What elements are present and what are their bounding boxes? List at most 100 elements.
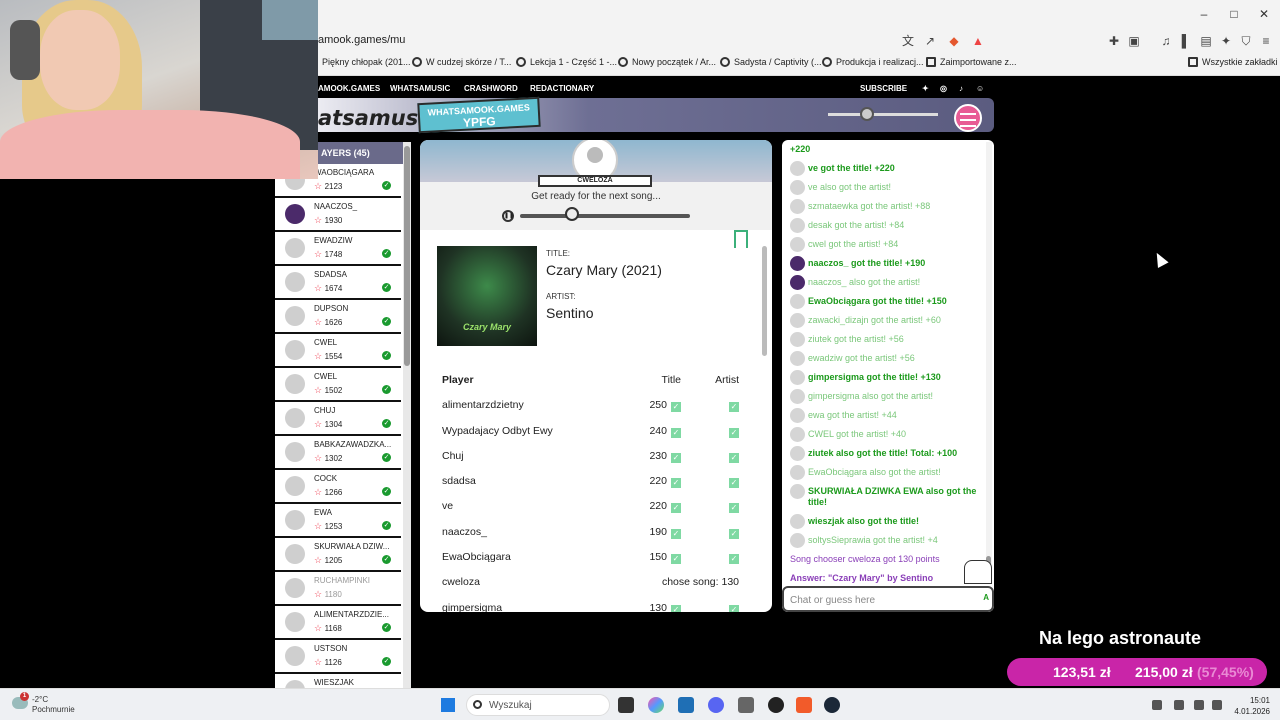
player-row[interactable]: RUCHAMPINKI 1180: [275, 572, 401, 606]
player-name: USTSON: [314, 644, 348, 653]
wallet-icon[interactable]: ▤: [1198, 33, 1214, 49]
media-icon[interactable]: ♫: [1158, 33, 1174, 49]
taskbar-search[interactable]: Wyszukaj: [466, 694, 610, 716]
instagram-icon[interactable]: ◎: [940, 84, 947, 93]
maximize-button[interactable]: □: [1226, 6, 1242, 22]
translate-icon[interactable]: 文: [900, 33, 916, 49]
emoji-button[interactable]: [964, 560, 992, 584]
sidebar-icon[interactable]: ▌: [1178, 33, 1194, 49]
player-row[interactable]: EWA 1253 ✓: [275, 504, 401, 538]
menu-icon[interactable]: ≡: [1258, 33, 1274, 49]
brave-rewards-icon[interactable]: ▲: [970, 33, 986, 49]
title-check-icon: ✓: [671, 478, 681, 489]
task-view-icon[interactable]: [618, 697, 634, 713]
player-row[interactable]: USTSON 1126 ✓: [275, 640, 401, 674]
player-row[interactable]: COCK 1266 ✓: [275, 470, 401, 504]
nav-link-crashword[interactable]: CRASHWORD: [464, 84, 518, 93]
volume-slider[interactable]: [828, 113, 938, 116]
player-row[interactable]: CWEL 1554 ✓: [275, 334, 401, 368]
nav-link-whatsamusic[interactable]: WHATSAMUSIC: [390, 84, 450, 93]
col-player: Player: [442, 374, 474, 386]
brave-browser-icon[interactable]: [796, 697, 812, 713]
result-title-score: 130 ✓: [649, 602, 681, 612]
player-row[interactable]: BABKAZAWADZKA... 1302 ✓: [275, 436, 401, 470]
minimize-button[interactable]: –: [1196, 6, 1212, 22]
share-icon[interactable]: ↗: [922, 33, 938, 49]
song-artist: Sentino: [546, 305, 594, 321]
obs-icon[interactable]: [768, 697, 784, 713]
microphone-icon[interactable]: [1174, 700, 1184, 710]
bookmark-item[interactable]: W cudzej skórze / T...: [412, 57, 511, 67]
result-row: naaczos_ 190 ✓ ✓: [437, 520, 747, 545]
volume-knob[interactable]: [860, 107, 874, 121]
display-icon[interactable]: [1194, 700, 1204, 710]
player-row[interactable]: SKURWIAŁA DZIW... 1205 ✓: [275, 538, 401, 572]
hamburger-menu-button[interactable]: [954, 104, 982, 132]
guessed-check-icon: ✓: [382, 351, 391, 360]
bookmark-item[interactable]: Sadysta / Captivity (...: [720, 57, 822, 67]
chat-message-text: Answer: "Czary Mary" by Sentino: [790, 573, 934, 583]
player-row[interactable]: NAACZOS_ 1930: [275, 198, 401, 232]
url-text[interactable]: amook.games/mu: [318, 34, 405, 46]
bookmark-icon[interactable]: [734, 230, 748, 248]
clock-time: 15:01: [1249, 696, 1270, 705]
bookmark-item[interactable]: Lekcja 1 - Część 1 -...: [516, 57, 617, 67]
copilot-icon[interactable]: [648, 697, 664, 713]
players-scrollbar[interactable]: [403, 142, 411, 688]
network-icon[interactable]: [1152, 700, 1162, 710]
chat-message-text: SKURWIAŁA DZIWKA EWA also got the title!: [808, 486, 977, 507]
chat-input-box[interactable]: A: [782, 586, 994, 612]
chat-avatar: [790, 161, 805, 176]
card-scrollbar[interactable]: [762, 232, 768, 604]
tab-manager-icon[interactable]: ▣: [1126, 33, 1142, 49]
nav-link-amook-games[interactable]: AMOOK.GAMES: [318, 84, 380, 93]
send-button[interactable]: A: [983, 593, 989, 602]
subscribe-link[interactable]: SUBSCRIBE: [860, 84, 907, 93]
chat-message-text: ewa got the artist! +44: [808, 410, 897, 420]
player-row[interactable]: DUPSON 1626 ✓: [275, 300, 401, 334]
app-icon[interactable]: [738, 697, 754, 713]
chat-message: SKURWIAŁA DZIWKA EWA also got the title!: [790, 482, 986, 512]
store-icon[interactable]: [678, 697, 694, 713]
chat-input[interactable]: [790, 592, 970, 608]
song-progress-bar: [520, 214, 690, 218]
player-row[interactable]: CWEL 1502 ✓: [275, 368, 401, 402]
player-score: 1626: [314, 317, 343, 328]
tiktok-icon[interactable]: ♪: [959, 84, 963, 93]
leo-ai-icon[interactable]: ✦: [1218, 33, 1234, 49]
pause-button[interactable]: ❚❚: [502, 210, 514, 222]
steam-icon[interactable]: [824, 697, 840, 713]
chat-avatar: [790, 370, 805, 385]
result-title-score: 240 ✓: [649, 425, 681, 438]
player-row[interactable]: SDADSA 1674 ✓: [275, 266, 401, 300]
twitter-icon[interactable]: ✦: [922, 84, 929, 93]
all-bookmarks-folder[interactable]: Wszystkie zakładki: [1188, 57, 1278, 67]
chat-message-text: desak got the artist! +84: [808, 220, 905, 230]
weather-widget[interactable]: 1 -2°C Pochmurnie: [12, 692, 75, 715]
goal-current: 123,51 zł: [1053, 664, 1111, 680]
bookmark-item[interactable]: Nowy początek / Ar...: [618, 57, 716, 67]
close-window-button[interactable]: ✕: [1256, 6, 1272, 22]
discord-app-icon[interactable]: [708, 697, 724, 713]
vpn-icon[interactable]: ⛉: [1238, 33, 1254, 49]
chat-scrollbar[interactable]: [986, 142, 992, 582]
brave-shield-icon[interactable]: ◆: [946, 33, 962, 49]
chat-message-text: naaczos_ got the title! +190: [808, 258, 926, 268]
player-name: EWADZIW: [314, 236, 353, 245]
extensions-icon[interactable]: ✚: [1106, 33, 1122, 49]
bookmark-folder[interactable]: Zaimportowane z...: [926, 57, 1017, 67]
bookmark-item[interactable]: Piękny chłopak (201...: [322, 57, 411, 67]
player-row[interactable]: EWADZIW 1748 ✓: [275, 232, 401, 266]
bookmark-item[interactable]: Produkcja i realizacj...: [822, 57, 924, 67]
player-score: 1302: [314, 453, 343, 464]
weather-desc: Pochmurnie: [32, 705, 75, 714]
chat-message: Song chooser cweloza got 130 points: [790, 550, 986, 569]
windows-start-icon[interactable]: [440, 697, 456, 713]
webcam-feed: [0, 0, 318, 179]
volume-icon[interactable]: [1212, 700, 1222, 710]
clock[interactable]: 15:01 4.01.2026: [1230, 695, 1270, 717]
nav-link-redactionary[interactable]: REDACTIONARY: [530, 84, 594, 93]
player-row[interactable]: ALIMENTARZDZIE... 1168 ✓: [275, 606, 401, 640]
player-row[interactable]: CHUJ 1304 ✓: [275, 402, 401, 436]
discord-icon[interactable]: ☺: [976, 84, 984, 93]
